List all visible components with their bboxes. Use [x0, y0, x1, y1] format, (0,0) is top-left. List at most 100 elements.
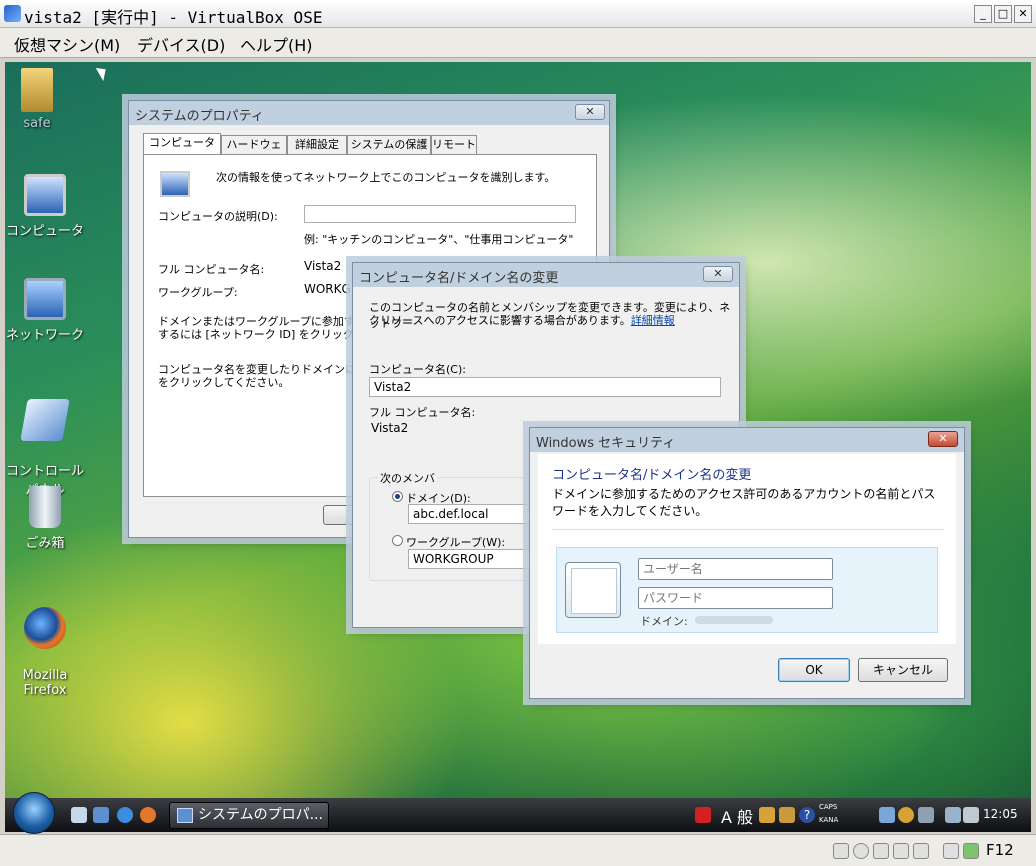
full-name-value: Vista2: [371, 421, 409, 435]
menu-machine[interactable]: 仮想マシン(M): [14, 32, 120, 56]
system-properties-title: システムのプロパティ: [135, 109, 264, 124]
close-button[interactable]: ✕: [1014, 5, 1032, 23]
computer-name-change-titlebar[interactable]: コンピュータ名/ドメイン名の変更 ✕: [353, 263, 739, 287]
cd-dvd-icon[interactable]: [853, 843, 869, 859]
tab-computer-name[interactable]: コンピュータ名: [143, 133, 221, 167]
computer-name-intro-line-2-wrap: クリソースへのアクセスに影響する場合があります。詳細情報: [369, 312, 675, 328]
ime-toolbar-icon[interactable]: [759, 807, 775, 823]
example-text: 例: "キッチンのコンピュータ"、"仕事用コンピュータ": [304, 233, 574, 246]
system-properties-icon: [177, 808, 193, 823]
maximize-button[interactable]: □: [994, 5, 1012, 23]
windows-security-title: Windows セキュリティ: [536, 436, 676, 451]
security-center-icon[interactable]: [898, 807, 914, 823]
network-tray-icon[interactable]: [918, 807, 934, 823]
blurred-domain-value: [695, 616, 773, 624]
intro-text: 次の情報を使ってネットワーク上でこのコンピュータを識別します。: [216, 171, 556, 184]
desktop-icon-computer[interactable]: コンピュータ: [5, 174, 85, 239]
computer-name-label: コンピュータ名(C):: [369, 363, 466, 376]
start-button[interactable]: [13, 792, 55, 834]
host-key-capture-icon[interactable]: [963, 843, 979, 859]
security-heading: コンピュータ名/ドメイン名の変更: [552, 468, 752, 483]
member-of-label: 次のメンバ: [378, 470, 437, 486]
tab-remote[interactable]: リモート: [431, 135, 477, 155]
folder-icon: [21, 68, 53, 112]
workgroup-label: ワークグループ:: [158, 286, 238, 299]
system-properties-close-button[interactable]: ✕: [575, 104, 605, 120]
help-icon[interactable]: ?: [799, 807, 815, 823]
host-window-title: vista2 [実行中] - VirtualBox OSE: [24, 8, 323, 27]
windows-security-titlebar[interactable]: Windows セキュリティ ✕: [530, 428, 964, 452]
menu-help[interactable]: ヘルプ(H): [240, 32, 313, 56]
description-input[interactable]: [304, 205, 576, 223]
host-title-bar: vista2 [実行中] - VirtualBox OSE _ □ ✕: [0, 0, 1036, 28]
desktop-icon-firefox[interactable]: Mozilla Firefox: [5, 592, 85, 713]
windows-security-close-button[interactable]: ✕: [928, 431, 958, 447]
mouse-integration-icon[interactable]: [943, 843, 959, 859]
tab-hardware[interactable]: ハードウェア: [221, 135, 287, 169]
firefox-icon: [24, 607, 66, 649]
ime-indicator[interactable]: A 般: [721, 804, 753, 828]
host-status-bar: F12: [0, 834, 1036, 866]
control-panel-icon: [20, 399, 70, 441]
computer-name-input[interactable]: Vista2: [369, 377, 721, 397]
more-info-link[interactable]: 詳細情報: [631, 314, 675, 327]
network-adapter-icon[interactable]: [893, 843, 909, 859]
system-properties-titlebar[interactable]: システムのプロパティ ✕: [129, 101, 609, 125]
workgroup-label: ワークグループ(W):: [406, 536, 506, 549]
full-name-label: フル コンピュータ名:: [158, 263, 265, 276]
full-name-value: Vista2: [304, 259, 342, 273]
windows-security-content: コンピュータ名/ドメイン名の変更 ドメインに参加するためのアクセス許可のあるアカ…: [538, 454, 956, 644]
tab-system-protection[interactable]: システムの保護: [347, 135, 431, 155]
rename-info-line-2: をクリックしてください。: [158, 376, 290, 389]
virtualbox-icon: [4, 5, 21, 22]
show-desktop-icon[interactable]: [71, 807, 87, 823]
computer-name-change-title: コンピュータ名/ドメイン名の変更: [359, 271, 559, 286]
network-icon: [24, 278, 66, 320]
ok-button[interactable]: OK: [778, 658, 850, 682]
user-tile-icon: [565, 562, 621, 618]
desktop-icon-safe[interactable]: safe: [5, 68, 77, 131]
computer-icon: [160, 171, 190, 197]
mouse-cursor-icon: [95, 64, 111, 81]
internet-explorer-icon[interactable]: [117, 807, 133, 823]
host-key-label: F12: [986, 841, 1014, 859]
minimize-button[interactable]: _: [974, 5, 992, 23]
computer-name-change-close-button[interactable]: ✕: [703, 266, 733, 282]
tab-advanced[interactable]: 詳細設定: [287, 135, 347, 155]
floppy-icon[interactable]: [873, 843, 889, 859]
taskbar-clock[interactable]: 12:05: [983, 807, 1018, 821]
firefox-quicklaunch-icon[interactable]: [140, 807, 156, 823]
cancel-button[interactable]: キャンセル: [858, 658, 948, 682]
ime-pad-icon[interactable]: [779, 807, 795, 823]
divider: [552, 529, 944, 530]
shared-folders-icon[interactable]: [913, 843, 929, 859]
workgroup-radio[interactable]: [392, 535, 403, 546]
volume-muted-icon[interactable]: [963, 807, 979, 823]
taskbar: システムのプロパ... A 般 ? CAPS KANA 12:05: [5, 792, 1031, 834]
caps-indicator: CAPS: [819, 803, 838, 811]
security-message-line-2: ワードを入力してください。: [552, 504, 708, 518]
desktop-icon-network[interactable]: ネットワーク: [5, 278, 85, 343]
domain-caption: ドメイン:: [640, 615, 688, 628]
tray-alert-icon[interactable]: [695, 807, 711, 823]
username-input[interactable]: ユーザー名: [638, 558, 833, 580]
switch-windows-icon[interactable]: [93, 807, 109, 823]
tray-monitor-icon[interactable]: [879, 807, 895, 823]
credential-tile-box: ユーザー名 パスワード ドメイン:: [556, 547, 938, 633]
description-label: コンピュータの説明(D):: [158, 210, 278, 223]
recycle-bin-icon: [29, 486, 61, 528]
password-input[interactable]: パスワード: [638, 587, 833, 609]
host-menu-bar: 仮想マシン(M) デバイス(D) ヘルプ(H): [0, 28, 1036, 58]
full-name-label: フル コンピュータ名:: [369, 406, 476, 419]
desktop-icon-recycle-bin[interactable]: ごみ箱: [5, 486, 85, 551]
menu-devices[interactable]: デバイス(D): [137, 32, 225, 56]
taskbar-system-properties-button[interactable]: システムのプロパ...: [169, 802, 329, 829]
computer-icon: [24, 174, 66, 216]
security-message-line-1: ドメインに参加するためのアクセス許可のあるアカウントの名前とパス: [552, 487, 936, 501]
hard-disk-icon[interactable]: [833, 843, 849, 859]
network-status-icon[interactable]: [945, 807, 961, 823]
windows-security-dialog: Windows セキュリティ ✕ コンピュータ名/ドメイン名の変更 ドメインに参…: [529, 427, 965, 699]
computer-name-intro-line-2: クリソースへのアクセスに影響する場合があります。: [369, 314, 631, 327]
domain-radio[interactable]: [392, 491, 403, 502]
workgroup-value: WORKGR: [304, 282, 360, 296]
